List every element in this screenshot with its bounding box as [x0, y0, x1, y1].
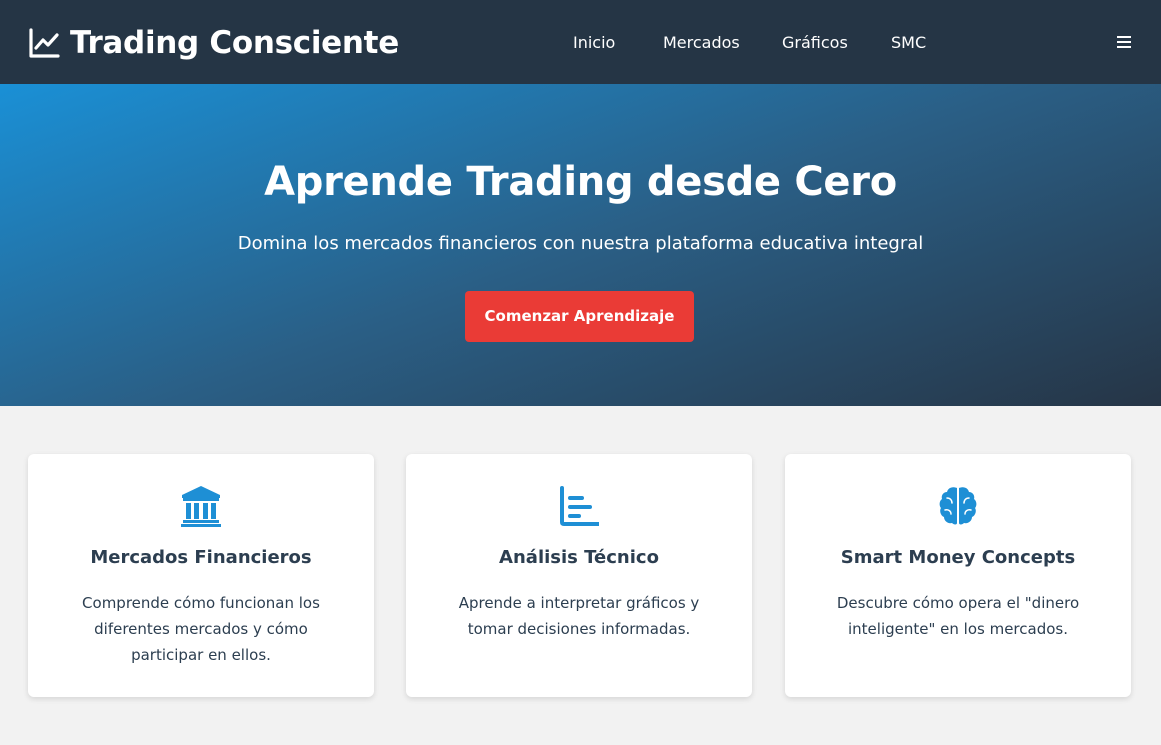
nav-item-smc[interactable]: SMC — [891, 33, 926, 53]
nav-item-inicio[interactable]: Inicio — [573, 33, 615, 53]
bank-icon — [181, 484, 221, 528]
start-learning-button[interactable]: Comenzar Aprendizaje — [465, 291, 694, 342]
brain-icon — [938, 484, 978, 528]
nav-item-mercados[interactable]: Mercados — [663, 33, 740, 53]
feature-card-technical-analysis: Análisis Técnico Aprende a interpretar g… — [406, 454, 752, 697]
hero-title: Aprende Trading desde Cero — [264, 159, 897, 205]
nav-item-graficos[interactable]: Gráficos — [782, 33, 848, 53]
feature-title: Análisis Técnico — [499, 547, 659, 568]
feature-card-markets: Mercados Financieros Comprende cómo func… — [28, 454, 374, 697]
bar-chart-icon — [559, 484, 601, 528]
brand-title: Trading Consciente — [70, 25, 399, 61]
feature-title: Mercados Financieros — [90, 547, 312, 568]
feature-description: Aprende a interpretar gráficos y tomar d… — [458, 594, 700, 638]
feature-title: Smart Money Concepts — [840, 547, 1076, 568]
feature-description: Descubre cómo opera el "dinero inteligen… — [836, 594, 1080, 638]
feature-description: Comprende cómo funcionan los diferentes … — [82, 594, 320, 664]
feature-card-smart-money: Smart Money Concepts Descubre cómo opera… — [785, 454, 1131, 697]
hamburger-menu-icon[interactable] — [1113, 31, 1135, 53]
navbar: Trading Consciente Inicio Mercados Gráfi… — [0, 0, 1161, 84]
hero-section: Aprende Trading desde Cero Domina los me… — [0, 84, 1161, 406]
brand-logo-link[interactable]: Trading Consciente — [28, 24, 399, 62]
hero-subtitle: Domina los mercados financieros con nues… — [237, 233, 924, 254]
chart-line-icon — [28, 27, 60, 59]
features-section: Mercados Financieros Comprende cómo func… — [0, 406, 1161, 745]
